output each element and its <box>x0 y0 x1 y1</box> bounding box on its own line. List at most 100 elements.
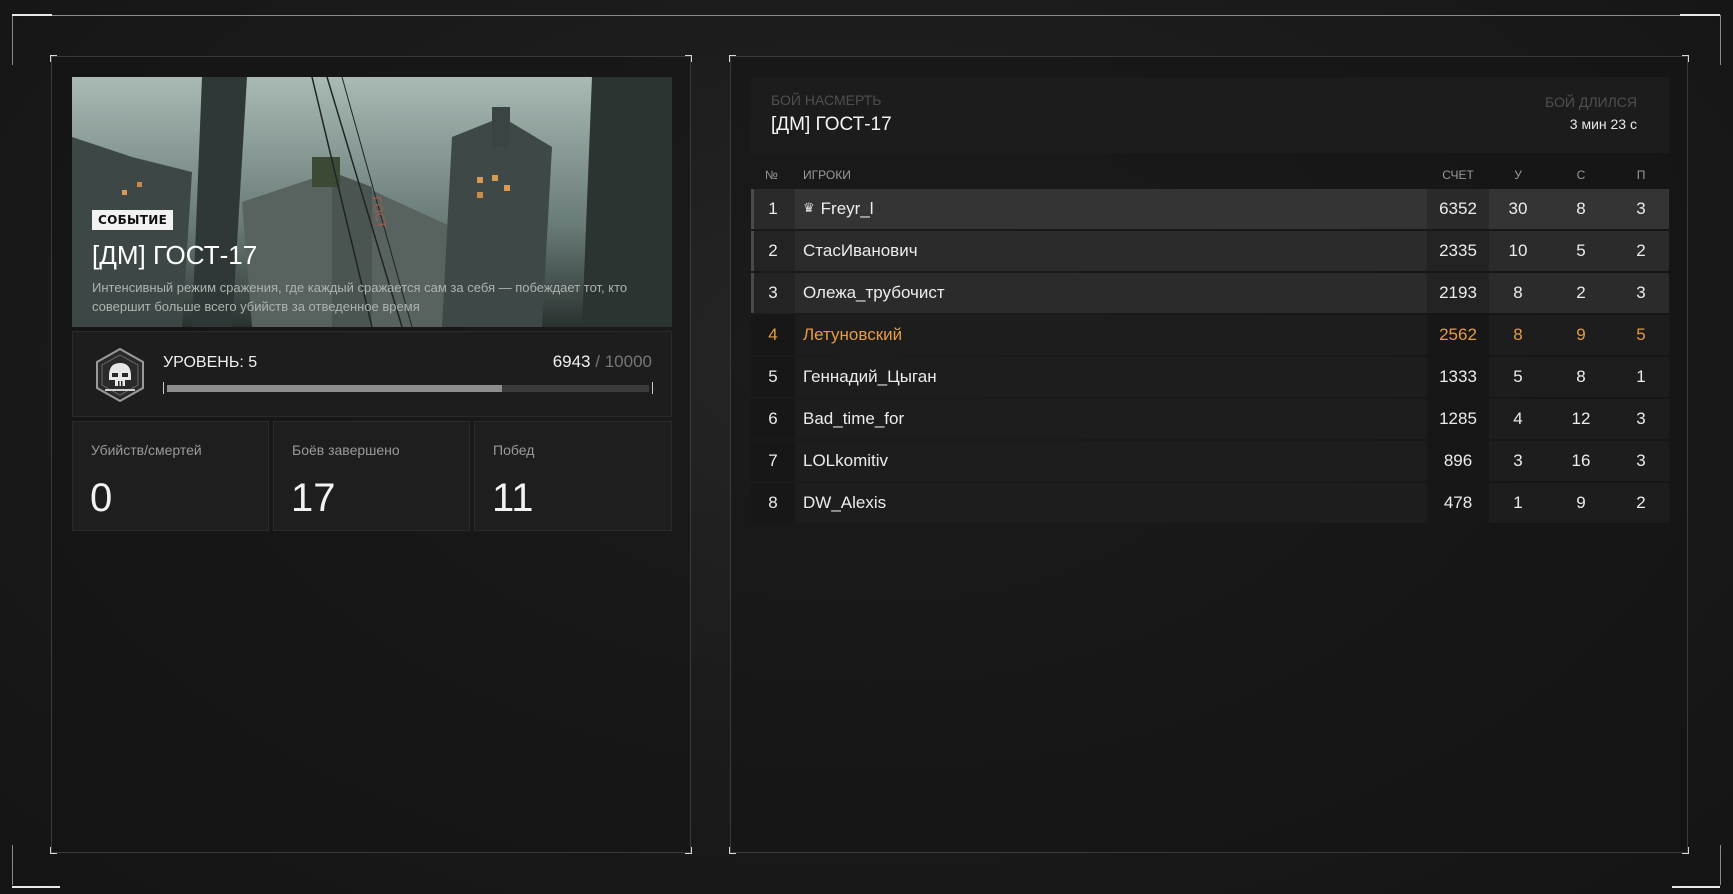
frame-bottom-right-line <box>1720 845 1721 885</box>
xp-progress-track <box>167 385 649 392</box>
player-name: LOLkomitiv <box>803 451 889 470</box>
xp-current: 6943 <box>552 352 591 371</box>
player-assists: 1 <box>1636 367 1646 386</box>
scoreboard-row[interactable]: 5 Геннадий_Цыган 1333 5 8 1 <box>751 357 1669 397</box>
duration-value: 3 мин 23 с <box>1569 116 1637 132</box>
player-assists: 2 <box>1636 241 1646 260</box>
player-name: Геннадий_Цыган <box>803 367 937 386</box>
duration-label: БОЙ ДЛИЛСЯ <box>1544 94 1637 110</box>
player-deaths: 9 <box>1576 325 1586 344</box>
player-kills: 5 <box>1513 367 1523 386</box>
player-name: DW_Alexis <box>803 493 887 512</box>
skull-helmet-icon <box>96 347 144 403</box>
stat-card-kd: Убийств/смертей 0 <box>72 421 269 531</box>
match-title: [ДМ] ГОСТ-17 <box>771 114 892 135</box>
frame-left-line <box>12 15 13 65</box>
player-assists: 3 <box>1636 283 1646 302</box>
player-score: 2335 <box>1439 241 1477 260</box>
xp-separator: / <box>595 352 600 371</box>
player-deaths: 8 <box>1576 199 1586 218</box>
stat-card-battles: Боёв завершено 17 <box>273 421 470 531</box>
scoreboard-row[interactable]: 4 Летуновский 2562 8 9 5 <box>751 315 1669 355</box>
stat-value: 11 <box>492 476 534 520</box>
player-name-cell: LOLkomitiv <box>803 451 888 471</box>
scoreboard-row[interactable]: 8 DW_Alexis 478 1 9 2 <box>751 483 1669 523</box>
player-deaths: 2 <box>1576 283 1586 302</box>
xp-readout: 6943 / 10000 <box>553 352 652 372</box>
scoreboard-row[interactable]: 2 СтасИванович 2335 10 5 2 <box>751 231 1669 271</box>
player-score: 896 <box>1443 451 1473 470</box>
player-kills: 1 <box>1513 493 1523 512</box>
player-kills: 3 <box>1513 451 1523 470</box>
player-name: СтасИванович <box>803 241 918 260</box>
xp-max: 10000 <box>604 352 652 371</box>
stat-label: Убийств/смертей <box>91 442 202 458</box>
event-description: Интенсивный режим сражения, где каждый с… <box>92 280 628 314</box>
frame-right-line <box>1720 15 1721 65</box>
player-rank: 8 <box>768 493 778 512</box>
column-num: № <box>765 168 778 182</box>
player-assists: 2 <box>1636 493 1646 512</box>
player-score: 1333 <box>1439 367 1477 386</box>
scoreboard-header: БОЙ НАСМЕРТЬ [ДМ] ГОСТ-17 БОЙ ДЛИЛСЯ 3 м… <box>751 77 1669 153</box>
player-rank: 6 <box>768 409 778 428</box>
scoreboard-rows: 1 ♛ Freyr_l 6352 30 8 3 2 СтасИванович 2335 10 5 2 3 О… <box>751 189 1669 525</box>
match-mode: БОЙ НАСМЕРТЬ <box>771 92 882 108</box>
player-name: Олежа_трубочист <box>803 283 945 302</box>
player-name-cell: Летуновский <box>803 325 902 345</box>
player-name-cell: DW_Alexis <box>803 493 886 513</box>
player-score: 1285 <box>1439 409 1477 428</box>
player-kills: 4 <box>1513 409 1523 428</box>
column-assists: П <box>1636 168 1646 182</box>
player-rank: 1 <box>768 199 778 218</box>
column-deaths: С <box>1576 168 1586 182</box>
player-name: Летуновский <box>803 325 903 344</box>
player-name-cell: Геннадий_Цыган <box>803 367 937 387</box>
frame-bottom-left-line <box>12 845 13 885</box>
frame-corner-br <box>1672 886 1720 889</box>
frame-corner-tl <box>12 14 52 17</box>
event-panel: ГОСТ СОБЫТИЕ [ДМ] ГОСТ-17 Интенсивный ре… <box>50 55 692 854</box>
scoreboard-row[interactable]: 1 ♛ Freyr_l 6352 30 8 3 <box>751 189 1669 229</box>
frame-top-line <box>12 15 1721 16</box>
crown-icon: ♛ <box>803 200 815 215</box>
player-score: 478 <box>1443 493 1473 512</box>
event-badge: СОБЫТИЕ <box>92 210 174 230</box>
scoreboard-column-headers: № ИГРОКИ СЧЕТ У С П <box>751 160 1669 190</box>
player-deaths: 9 <box>1576 493 1586 512</box>
player-assists: 5 <box>1636 325 1646 344</box>
player-rank: 7 <box>768 451 778 470</box>
player-score: 6352 <box>1439 199 1477 218</box>
player-kills: 8 <box>1513 283 1523 302</box>
player-name-cell: Bad_time_for <box>803 409 904 429</box>
scoreboard-row[interactable]: 6 Bad_time_for 1285 4 12 3 <box>751 399 1669 439</box>
xp-progress-bar <box>163 382 653 394</box>
player-deaths: 5 <box>1576 241 1586 260</box>
player-score: 2193 <box>1439 283 1477 302</box>
player-deaths: 8 <box>1576 367 1586 386</box>
event-banner: ГОСТ СОБЫТИЕ [ДМ] ГОСТ-17 Интенсивный ре… <box>72 77 672 327</box>
player-rank: 3 <box>768 283 778 302</box>
scoreboard-row[interactable]: 3 Олежа_трубочист 2193 8 2 3 <box>751 273 1669 313</box>
player-name: Freyr_l <box>820 199 874 218</box>
player-assists: 3 <box>1636 199 1646 218</box>
player-deaths: 12 <box>1571 409 1591 428</box>
player-name-cell: Олежа_трубочист <box>803 283 945 303</box>
stat-card-wins: Побед 11 <box>474 421 672 531</box>
player-assists: 3 <box>1636 451 1646 470</box>
level-label: УРОВЕНЬ: 5 <box>163 354 258 371</box>
scoreboard-row[interactable]: 7 LOLkomitiv 896 3 16 3 <box>751 441 1669 481</box>
stat-label: Побед <box>493 442 535 458</box>
player-name-cell: СтасИванович <box>803 241 918 261</box>
column-score: СЧЕТ <box>1442 168 1474 182</box>
player-rank: 4 <box>768 325 778 344</box>
player-kills: 30 <box>1508 199 1528 218</box>
stat-value: 0 <box>90 476 113 520</box>
stat-label: Боёв завершено <box>292 442 400 458</box>
player-kills: 10 <box>1508 241 1528 260</box>
player-kills: 8 <box>1513 325 1523 344</box>
frame-corner-bl <box>12 886 60 889</box>
frame-corner-tr <box>1680 14 1720 17</box>
scoreboard-panel: БОЙ НАСМЕРТЬ [ДМ] ГОСТ-17 БОЙ ДЛИЛСЯ 3 м… <box>729 55 1689 854</box>
column-players: ИГРОКИ <box>803 168 851 182</box>
